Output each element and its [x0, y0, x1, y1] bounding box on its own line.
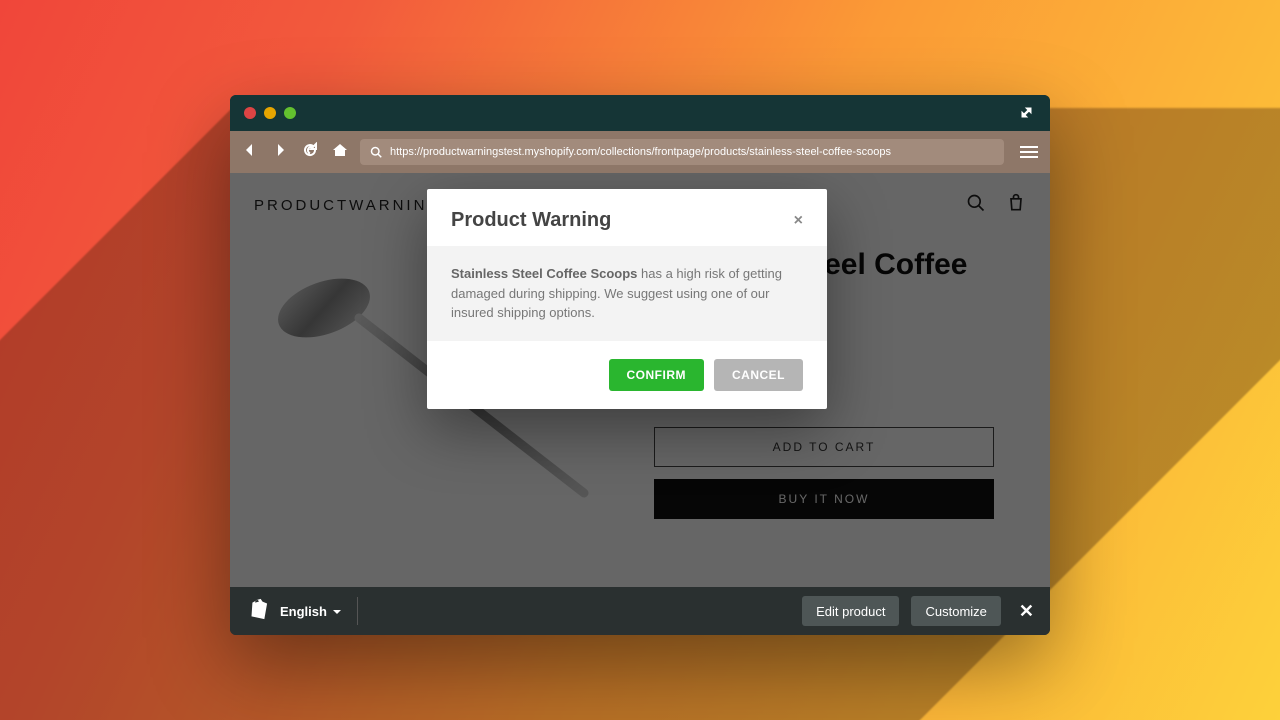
modal-title: Product Warning — [451, 209, 611, 232]
page-viewport: PRODUCTWARNINGSTEST Home Catalog — [230, 173, 1050, 587]
window-maximize-icon[interactable] — [284, 107, 296, 119]
product-warning-modal: Product Warning × Stainless Steel Coffee… — [427, 189, 827, 409]
language-selector[interactable]: English — [280, 604, 341, 619]
browser-menu-icon[interactable] — [1020, 146, 1038, 158]
url-field[interactable]: https://productwarningstest.myshopify.co… — [360, 139, 1004, 165]
admin-bar-divider — [357, 597, 358, 625]
browser-nav-buttons — [242, 142, 348, 163]
search-icon — [370, 146, 382, 158]
modal-body-product-name: Stainless Steel Coffee Scoops — [451, 266, 637, 281]
window-titlebar — [230, 95, 1050, 131]
browser-window: https://productwarningstest.myshopify.co… — [230, 95, 1050, 635]
window-minimize-icon[interactable] — [264, 107, 276, 119]
window-close-icon[interactable] — [244, 107, 256, 119]
shopify-logo-icon[interactable] — [246, 597, 268, 626]
modal-header: Product Warning × — [427, 189, 827, 246]
shopify-admin-bar: English Edit product Customize ✕ — [230, 587, 1050, 635]
customize-button[interactable]: Customize — [911, 596, 1000, 626]
url-text: https://productwarningstest.myshopify.co… — [390, 146, 891, 158]
language-label: English — [280, 604, 327, 619]
nav-home-icon[interactable] — [332, 142, 348, 163]
admin-bar-close-icon[interactable]: ✕ — [1019, 601, 1034, 622]
nav-forward-icon[interactable] — [272, 142, 288, 163]
browser-address-bar: https://productwarningstest.myshopify.co… — [230, 131, 1050, 173]
modal-close-icon[interactable]: × — [794, 212, 803, 230]
nav-back-icon[interactable] — [242, 142, 258, 163]
cancel-button[interactable]: CANCEL — [714, 359, 803, 391]
modal-body: Stainless Steel Coffee Scoops has a high… — [427, 246, 827, 341]
modal-footer: CONFIRM CANCEL — [427, 341, 827, 409]
confirm-button[interactable]: CONFIRM — [609, 359, 705, 391]
nav-refresh-icon[interactable] — [302, 142, 318, 163]
window-traffic-lights — [244, 107, 296, 119]
window-expand-icon[interactable] — [1020, 103, 1036, 124]
edit-product-button[interactable]: Edit product — [802, 596, 899, 626]
